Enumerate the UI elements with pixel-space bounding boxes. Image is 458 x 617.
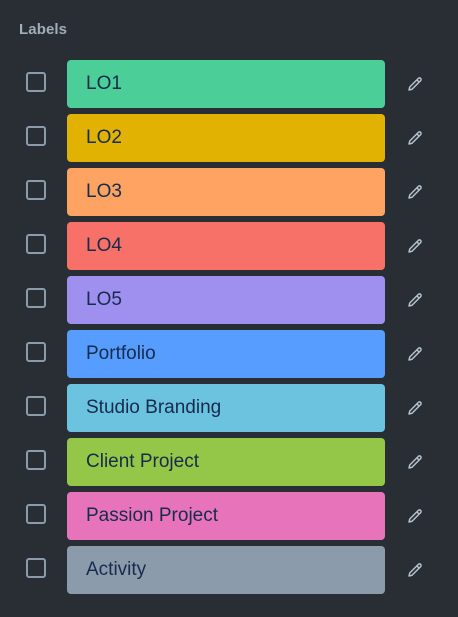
pencil-icon[interactable] xyxy=(403,288,427,312)
label-name: Studio Branding xyxy=(86,397,222,418)
label-name: LO1 xyxy=(86,73,122,94)
label-name: Portfolio xyxy=(86,343,156,364)
label-list: LO1 LO2 LO3 LO4 LO5 Portfolio Studio Branding C… xyxy=(0,60,458,600)
label-name: LO2 xyxy=(86,127,122,148)
label-row: Client Project xyxy=(0,438,458,492)
label-checkbox[interactable] xyxy=(26,180,46,200)
pencil-icon[interactable] xyxy=(403,450,427,474)
label-chip[interactable]: Activity xyxy=(67,546,385,594)
label-name: LO5 xyxy=(86,289,122,310)
label-chip[interactable]: Portfolio xyxy=(67,330,385,378)
label-checkbox[interactable] xyxy=(26,342,46,362)
label-name: Client Project xyxy=(86,451,199,472)
label-row: Studio Branding xyxy=(0,384,458,438)
label-row: LO2 xyxy=(0,114,458,168)
label-chip[interactable]: LO2 xyxy=(67,114,385,162)
pencil-icon[interactable] xyxy=(403,72,427,96)
label-row: LO4 xyxy=(0,222,458,276)
label-chip[interactable]: Passion Project xyxy=(67,492,385,540)
label-row: Portfolio xyxy=(0,330,458,384)
labels-panel: Labels LO1 LO2 LO3 LO4 LO5 Portfolio Studio Br… xyxy=(0,0,458,617)
label-chip[interactable]: Client Project xyxy=(67,438,385,486)
label-checkbox[interactable] xyxy=(26,126,46,146)
label-name: LO3 xyxy=(86,181,122,202)
pencil-icon[interactable] xyxy=(403,126,427,150)
label-chip[interactable]: LO3 xyxy=(67,168,385,216)
pencil-icon[interactable] xyxy=(403,558,427,582)
panel-heading: Labels xyxy=(19,21,68,38)
label-row: LO3 xyxy=(0,168,458,222)
label-checkbox[interactable] xyxy=(26,396,46,416)
label-checkbox[interactable] xyxy=(26,72,46,92)
label-name: Activity xyxy=(86,559,147,580)
label-row: Passion Project xyxy=(0,492,458,546)
label-name: LO4 xyxy=(86,235,122,256)
label-checkbox[interactable] xyxy=(26,558,46,578)
pencil-icon[interactable] xyxy=(403,342,427,366)
label-chip[interactable]: LO5 xyxy=(67,276,385,324)
label-row: Activity xyxy=(0,546,458,600)
label-checkbox[interactable] xyxy=(26,288,46,308)
label-row: LO5 xyxy=(0,276,458,330)
pencil-icon[interactable] xyxy=(403,504,427,528)
label-checkbox[interactable] xyxy=(26,504,46,524)
label-chip[interactable]: LO4 xyxy=(67,222,385,270)
label-name: Passion Project xyxy=(86,505,219,526)
label-chip[interactable]: Studio Branding xyxy=(67,384,385,432)
label-checkbox[interactable] xyxy=(26,234,46,254)
pencil-icon[interactable] xyxy=(403,234,427,258)
pencil-icon[interactable] xyxy=(403,396,427,420)
pencil-icon[interactable] xyxy=(403,180,427,204)
label-row: LO1 xyxy=(0,60,458,114)
label-chip[interactable]: LO1 xyxy=(67,60,385,108)
label-checkbox[interactable] xyxy=(26,450,46,470)
